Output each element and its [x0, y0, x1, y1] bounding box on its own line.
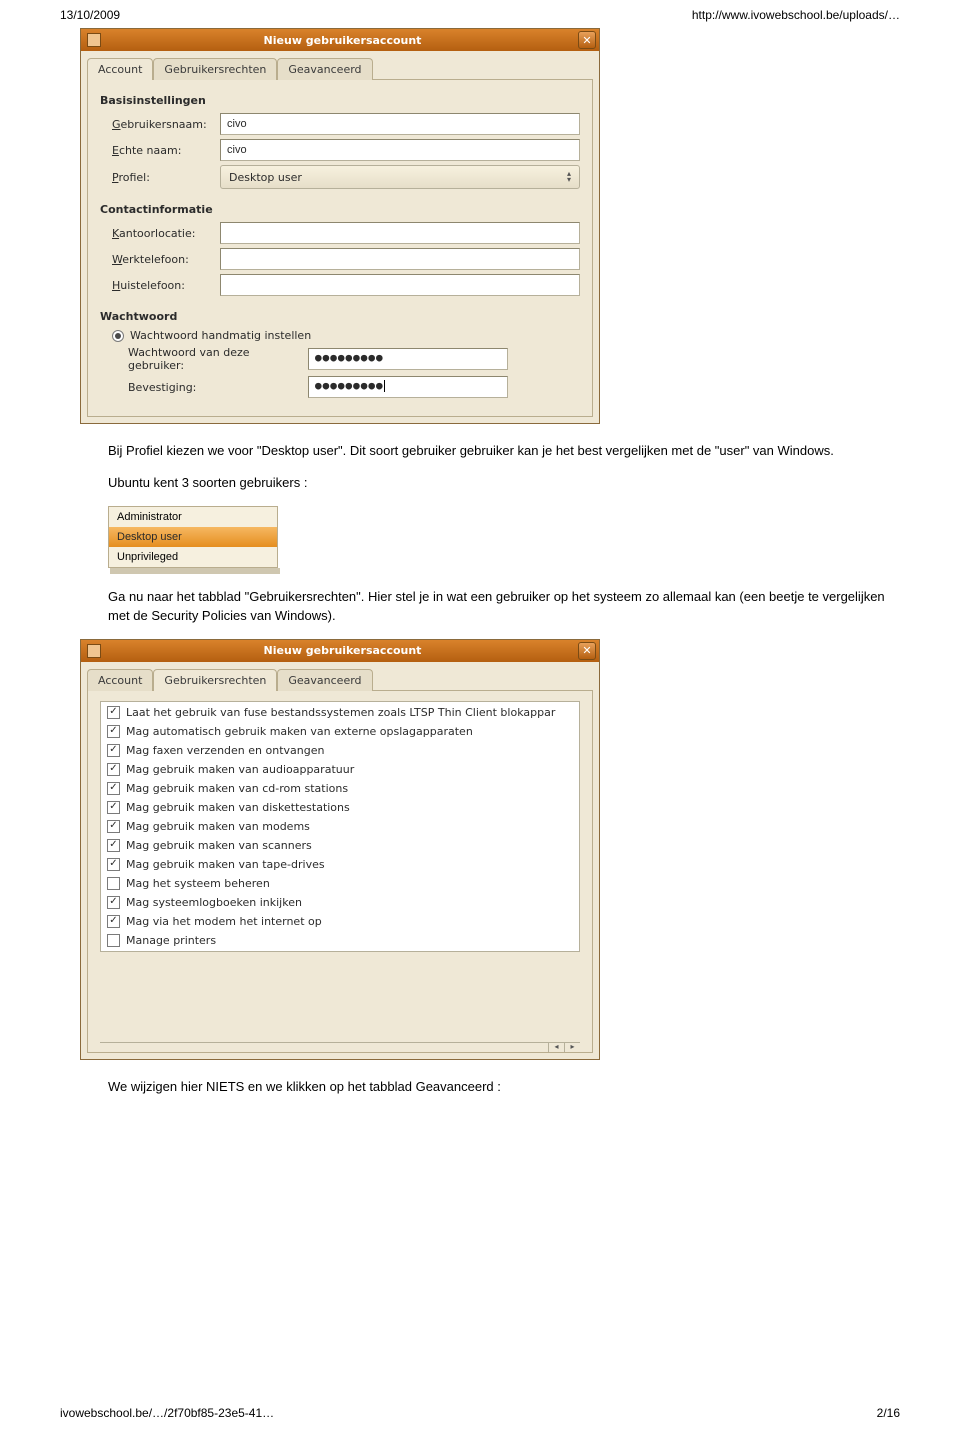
- spinner-icon: ▴▾: [567, 171, 571, 183]
- checkbox-icon[interactable]: [107, 744, 120, 757]
- checkbox-icon[interactable]: [107, 706, 120, 719]
- input-kantoorlocatie[interactable]: [220, 222, 580, 244]
- paragraph-soorten: Ubuntu kent 3 soorten gebruikers :: [108, 474, 888, 492]
- rights-item-label: Mag automatisch gebruik maken van extern…: [126, 725, 473, 738]
- popup-shadow: [110, 568, 280, 574]
- radio-handmatig[interactable]: [112, 330, 124, 342]
- print-date: 13/10/2009: [60, 8, 120, 22]
- checkbox-icon[interactable]: [107, 896, 120, 909]
- label-gebruikersnaam: Gebruikersnaam:: [100, 118, 220, 131]
- checkbox-icon[interactable]: [107, 858, 120, 871]
- rights-item[interactable]: Mag gebruik maken van tape-drives: [101, 855, 579, 874]
- input-bevestiging[interactable]: ●●●●●●●●●: [308, 376, 508, 398]
- rights-item[interactable]: Manage printers: [101, 931, 579, 950]
- tab-geavanceerd[interactable]: Geavanceerd: [277, 58, 372, 80]
- tabs: Account Gebruikersrechten Geavanceerd: [81, 51, 599, 79]
- combo-profiel-value: Desktop user: [229, 171, 302, 184]
- paragraph-geavanceerd: We wijzigen hier NIETS en we klikken op …: [108, 1078, 888, 1096]
- rights-item[interactable]: Mag systeemlogboeken inkijken: [101, 893, 579, 912]
- titlebar[interactable]: Nieuw gebruikersaccount ✕: [81, 640, 599, 662]
- paragraph-gebruikersrechten: Ga nu naar het tabblad "Gebruikersrechte…: [108, 588, 888, 624]
- label-wachtwoord-gebruiker: Wachtwoord van deze gebruiker:: [128, 346, 308, 372]
- scrollbar-stub[interactable]: ◂ ▸: [100, 1042, 580, 1052]
- input-gebruikersnaam[interactable]: [220, 113, 580, 135]
- window-title: Nieuw gebruikersaccount: [107, 34, 578, 47]
- profile-popup: Administrator Desktop user Unprivileged: [108, 506, 278, 568]
- paragraph-profiel: Bij Profiel kiezen we voor "Desktop user…: [108, 442, 888, 460]
- footer-path: ivowebschool.be/…/2f70bf85-23e5-41…: [60, 1406, 274, 1420]
- checkbox-icon[interactable]: [107, 782, 120, 795]
- opt-desktop-user[interactable]: Desktop user: [109, 527, 277, 547]
- checkbox-icon[interactable]: [107, 915, 120, 928]
- scroll-right-icon[interactable]: ▸: [564, 1042, 580, 1052]
- close-icon[interactable]: ✕: [578, 642, 596, 660]
- tab-account[interactable]: Account: [87, 58, 153, 80]
- opt-administrator[interactable]: Administrator: [109, 507, 277, 527]
- rights-checklist: Laat het gebruik van fuse bestandssystem…: [100, 701, 580, 952]
- radio-handmatig-label: Wachtwoord handmatig instellen: [130, 329, 311, 342]
- label-huistelefoon: Huistelefoon:: [100, 279, 220, 292]
- input-werktelefoon[interactable]: [220, 248, 580, 270]
- rights-item[interactable]: Mag faxen verzenden en ontvangen: [101, 741, 579, 760]
- checkbox-icon[interactable]: [107, 763, 120, 776]
- rights-item[interactable]: Mag gebruik maken van modems: [101, 817, 579, 836]
- window-user-rights: Nieuw gebruikersaccount ✕ Account Gebrui…: [80, 639, 600, 1060]
- titlebar[interactable]: Nieuw gebruikersaccount ✕: [81, 29, 599, 51]
- window-icon: [87, 644, 101, 658]
- rights-item[interactable]: Mag gebruik maken van audioapparatuur: [101, 760, 579, 779]
- rights-item[interactable]: Mag gebruik maken van cd-rom stations: [101, 779, 579, 798]
- window-title: Nieuw gebruikersaccount: [107, 644, 578, 657]
- scroll-left-icon[interactable]: ◂: [548, 1042, 564, 1052]
- label-profiel: Profiel:: [100, 171, 220, 184]
- rights-item-label: Mag gebruik maken van scanners: [126, 839, 312, 852]
- combo-profiel[interactable]: Desktop user ▴▾: [220, 165, 580, 189]
- window-icon: [87, 33, 101, 47]
- checkbox-icon[interactable]: [107, 801, 120, 814]
- checkbox-icon[interactable]: [107, 839, 120, 852]
- rights-item-label: Mag gebruik maken van audioapparatuur: [126, 763, 354, 776]
- label-bevestiging: Bevestiging:: [128, 381, 308, 394]
- rights-item-label: Mag gebruik maken van cd-rom stations: [126, 782, 348, 795]
- rights-item-label: Mag faxen verzenden en ontvangen: [126, 744, 324, 757]
- section-contactinformatie: Contactinformatie: [100, 203, 580, 216]
- rights-item-label: Manage printers: [126, 934, 216, 947]
- tab-geavanceerd[interactable]: Geavanceerd: [277, 669, 372, 691]
- label-werktelefoon: Werktelefoon:: [100, 253, 220, 266]
- label-echtenaam: Echte naam:: [100, 144, 220, 157]
- tab-account[interactable]: Account: [87, 669, 153, 691]
- input-wachtwoord[interactable]: ●●●●●●●●●: [308, 348, 508, 370]
- rights-item[interactable]: Laat het gebruik van fuse bestandssystem…: [101, 703, 579, 722]
- rights-item-label: Mag systeemlogboeken inkijken: [126, 896, 302, 909]
- checkbox-icon[interactable]: [107, 725, 120, 738]
- tab-gebruikersrechten[interactable]: Gebruikersrechten: [153, 669, 277, 691]
- label-kantoorlocatie: Kantoorlocatie:: [100, 227, 220, 240]
- opt-unprivileged[interactable]: Unprivileged: [109, 547, 277, 567]
- tab-panel-account: Basisinstellingen Gebruikersnaam: Echte …: [87, 79, 593, 417]
- checkbox-icon[interactable]: [107, 934, 120, 947]
- footer-page: 2/16: [877, 1406, 900, 1420]
- rights-item[interactable]: Mag via het modem het internet op: [101, 912, 579, 931]
- rights-item[interactable]: Mag gebruik maken van diskettestations: [101, 798, 579, 817]
- tab-panel-rights: Laat het gebruik van fuse bestandssystem…: [87, 690, 593, 1053]
- rights-item-label: Mag het systeem beheren: [126, 877, 270, 890]
- rights-item[interactable]: Mag gebruik maken van scanners: [101, 836, 579, 855]
- rights-item-label: Mag gebruik maken van tape-drives: [126, 858, 325, 871]
- input-huistelefoon[interactable]: [220, 274, 580, 296]
- rights-item-label: Mag gebruik maken van diskettestations: [126, 801, 350, 814]
- rights-item[interactable]: Mag automatisch gebruik maken van extern…: [101, 722, 579, 741]
- section-wachtwoord: Wachtwoord: [100, 310, 580, 323]
- rights-item-label: Mag gebruik maken van modems: [126, 820, 310, 833]
- tabs: Account Gebruikersrechten Geavanceerd: [81, 662, 599, 690]
- rights-item-label: Laat het gebruik van fuse bestandssystem…: [126, 706, 555, 719]
- print-url: http://www.ivowebschool.be/uploads/…: [692, 8, 900, 22]
- section-basisinstellingen: Basisinstellingen: [100, 94, 580, 107]
- rights-item-label: Mag via het modem het internet op: [126, 915, 322, 928]
- close-icon[interactable]: ✕: [578, 31, 596, 49]
- checkbox-icon[interactable]: [107, 877, 120, 890]
- checkbox-icon[interactable]: [107, 820, 120, 833]
- window-new-user-account: Nieuw gebruikersaccount ✕ Account Gebrui…: [80, 28, 600, 424]
- tab-gebruikersrechten[interactable]: Gebruikersrechten: [153, 58, 277, 80]
- rights-item[interactable]: Mag het systeem beheren: [101, 874, 579, 893]
- input-echtenaam[interactable]: [220, 139, 580, 161]
